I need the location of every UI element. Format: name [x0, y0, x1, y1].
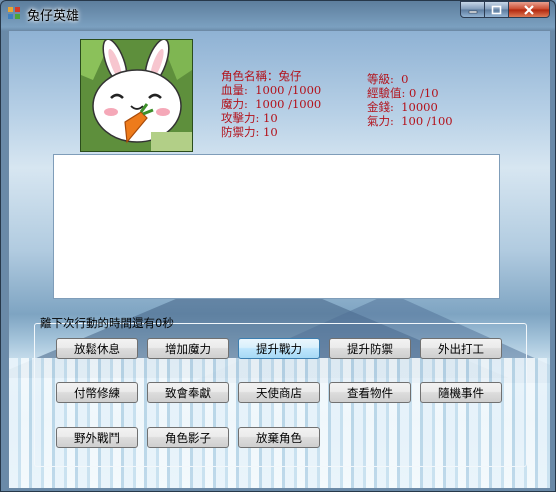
paid-training-button[interactable]: 付幣修練	[56, 382, 138, 403]
character-shadow-button[interactable]: 角色影子	[147, 427, 229, 448]
maximize-button[interactable]	[484, 1, 509, 18]
main-panel: 角色名稱：兔仔 血量: 1000 /1000 魔力: 1000 /1000 攻擊…	[8, 30, 551, 489]
rabbit-avatar-image	[81, 40, 192, 151]
rest-button[interactable]: 放鬆休息	[56, 338, 138, 359]
maximize-icon	[491, 5, 502, 14]
hp-stat: 血量: 1000 /1000	[221, 83, 322, 97]
minimize-icon	[468, 10, 477, 13]
increase-mana-button[interactable]: 增加魔力	[147, 338, 229, 359]
character-avatar	[80, 39, 193, 152]
field-battle-button[interactable]: 野外戰鬥	[56, 427, 138, 448]
window-title: 兔仔英雄	[27, 9, 80, 24]
character-stats-left: 角色名稱：兔仔 血量: 1000 /1000 魔力: 1000 /1000 攻擊…	[221, 69, 321, 139]
app-window: 兔仔英雄 角色名稱：兔仔 血量: 1000 /1000 魔力: 1000 /10…	[0, 0, 556, 492]
exp-stat: 經驗值: 0 /10	[367, 86, 439, 100]
close-button[interactable]	[508, 1, 550, 18]
money-stat: 金錢: 10000	[367, 100, 438, 114]
character-name: 角色名稱：兔仔	[221, 69, 302, 83]
church-donation-button[interactable]: 致會奉獻	[147, 382, 229, 403]
abandon-character-button[interactable]: 放棄角色	[238, 427, 320, 448]
mp-stat: 魔力: 1000 /1000	[221, 97, 322, 111]
view-items-button[interactable]: 查看物件	[329, 382, 411, 403]
character-stats-right: 等級: 0 經驗值: 0 /10 金錢: 10000 氣力: 100 /100	[367, 72, 453, 128]
stamina-stat: 氣力: 100 /100	[367, 114, 453, 128]
random-event-button[interactable]: 隨機事件	[420, 382, 502, 403]
attack-stat: 攻擊力: 10	[221, 111, 278, 125]
message-log[interactable]	[53, 154, 500, 299]
boost-attack-button[interactable]: 提升戰力	[238, 338, 320, 359]
boost-defense-button[interactable]: 提升防禦	[329, 338, 411, 359]
minimize-button[interactable]	[460, 1, 485, 18]
close-icon	[524, 4, 534, 15]
defense-stat: 防禦力: 10	[221, 125, 278, 139]
app-icon[interactable]	[7, 6, 21, 20]
go-work-button[interactable]: 外出打工	[420, 338, 502, 359]
level-stat: 等級: 0	[367, 72, 409, 86]
action-timer-label: 離下次行動的時間還有0秒	[40, 316, 174, 330]
title-bar[interactable]: 兔仔英雄	[1, 1, 555, 27]
angel-shop-button[interactable]: 天使商店	[238, 382, 320, 403]
